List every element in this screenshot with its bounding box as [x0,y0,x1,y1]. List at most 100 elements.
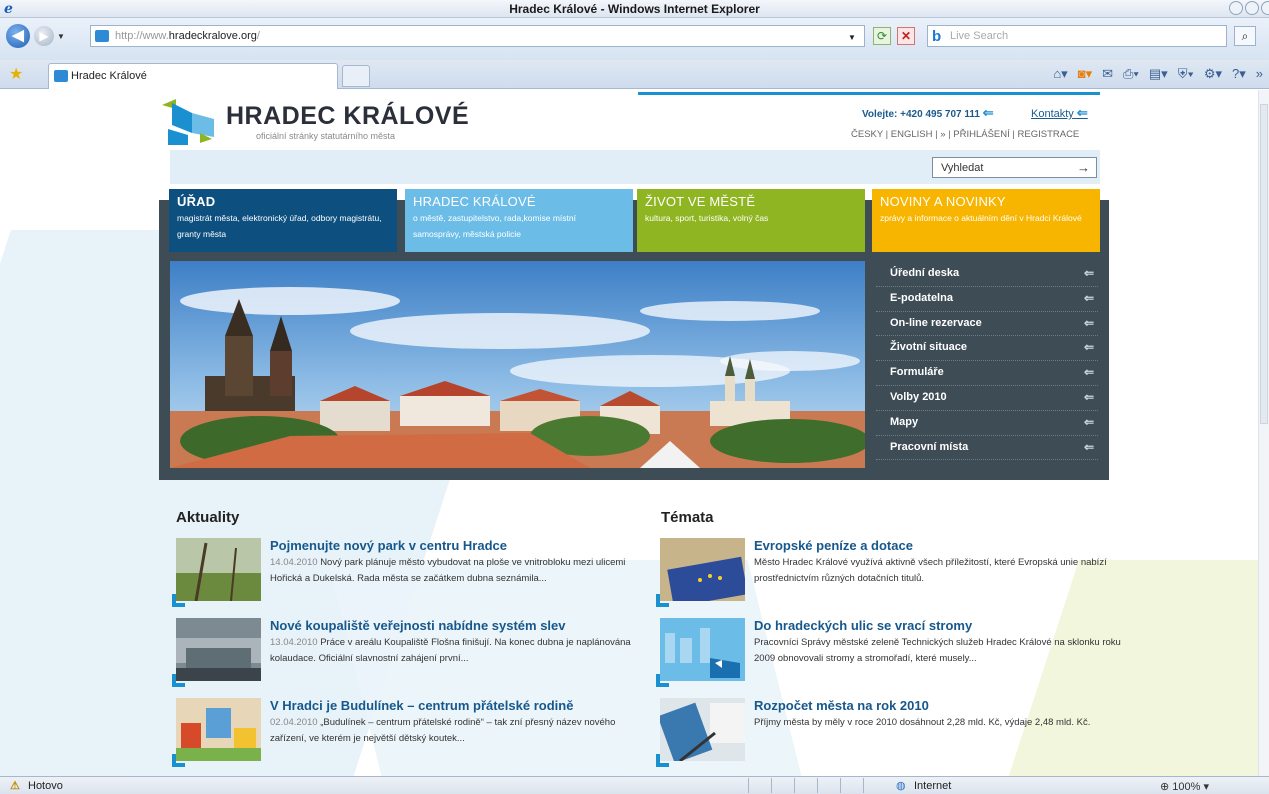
item-corner-decoration [172,674,185,687]
item-corner-decoration [656,754,669,767]
arrow-left-icon: ⇐ [1083,340,1094,355]
news-pool-thumbnail [176,618,261,681]
quicklink-volby-2010[interactable]: Volby 2010 ⇐ [876,386,1098,411]
address-toolbar: ◀ ▶ ▼ http://www.hradeckralove.org/ ▼ ⟳ … [0,18,1269,60]
minimize-button[interactable] [1229,1,1243,15]
live-search-logo-icon: b [932,28,942,45]
quicklink-mapy[interactable]: Mapy ⇐ [876,411,1098,436]
tile-urad[interactable]: ÚŘAD magistrát města, elektronický úřad,… [169,189,397,252]
address-field[interactable]: http://www.hradeckralove.org/ [90,25,865,47]
search-go-button[interactable]: ⌕ [1234,26,1256,46]
tab-label: Hradec Králové [71,70,147,82]
site-logo-title[interactable]: HRADEC KRÁLOVÉ [226,102,469,131]
arrow-left-icon: ⇐ [1083,414,1094,429]
tile-hradec-kralove[interactable]: HRADEC KRÁLOVÉ o městě, zastupitelstvo, … [405,189,633,252]
topic-item[interactable]: Do hradeckých ulic se vrací stromy Praco… [656,618,1121,690]
quicklink-label: E-podatelna [890,291,953,304]
arrow-left-icon: ⇐ [1083,266,1094,280]
tools-icon[interactable]: ⚙▾ [1204,66,1222,82]
close-button[interactable] [1261,1,1269,15]
live-search-placeholder: Live Search [950,30,1009,42]
site-logo-subtitle: oficiální stránky statutárního města [256,131,396,141]
topic-item[interactable]: Rozpočet města na rok 2010 Příjmy města … [656,698,1120,770]
page-icon[interactable]: ▤▾ [1149,66,1168,82]
arrow-left-icon: ⇐ [982,105,994,120]
feeds-icon[interactable]: ◙▾ [1078,66,1092,82]
contacts-link[interactable]: Kontakty ⇐ [1031,105,1088,121]
site-favicon-icon [95,30,109,42]
language-login-links[interactable]: ČESKY | ENGLISH | » | PŘIHLÁŠENÍ | REGIS… [851,129,1079,140]
topic-item[interactable]: Evropské peníze a dotace Město Hradec Kr… [656,538,1120,610]
news-item-title[interactable]: Pojmenujte nový park v centru Hradce [270,538,507,553]
header-accent-line [638,92,1100,95]
news-item-text: 14.04.2010 Nový park plánuje město vybud… [270,555,638,587]
history-dropdown-icon[interactable]: ▼ [57,32,65,41]
topic-budget-thumbnail [660,698,745,761]
address-dropdown-icon[interactable]: ▼ [848,33,856,42]
topic-item-text: Pracovníci Správy městské zeleně Technic… [754,637,1121,664]
tile-title: NOVINY A NOVINKY [880,194,1006,209]
new-tab-button[interactable] [342,65,370,87]
vertical-scrollbar[interactable] [1258,90,1269,776]
quicklink-online-rezervace[interactable]: On-line rezervace ⇐ [876,312,1098,337]
print-icon[interactable]: ⎙▾ [1123,66,1139,82]
quicklink-label: Pracovní místa [890,440,969,453]
news-item-date: 14.04.2010 [270,557,318,568]
tile-noviny-a-novinky[interactable]: NOVINY A NOVINKY zprávy a informace o ak… [872,189,1100,252]
stop-button[interactable]: ✕ [897,27,915,45]
arrow-left-icon: ⇐ [1083,365,1094,380]
phone-number: Volejte: +420 495 707 111 ⇐ [862,105,994,120]
favorites-star-icon[interactable]: ★ [9,64,23,84]
news-item-body: Práce v areálu Koupaliště Flošna finišuj… [270,637,631,664]
security-zone-label: Internet [914,780,952,792]
city-panorama-image [170,261,865,468]
news-item-text: 13.04.2010 Práce v areálu Koupaliště Flo… [270,635,638,667]
status-separators [748,778,864,793]
scrollbar-thumb[interactable] [1260,104,1268,424]
title-bar: e Hradec Králové - Windows Internet Expl… [0,0,1269,18]
news-item[interactable]: V Hradci je Budulínek – centrum přátelsk… [172,698,638,770]
search-arrow-icon[interactable]: → [1077,160,1090,175]
page-viewport: HRADEC KRÁLOVÉ oficiální stránky statutá… [0,90,1258,776]
item-corner-decoration [172,754,185,767]
refresh-button[interactable]: ⟳ [873,27,891,45]
status-text: Hotovo [28,780,63,792]
tab-hradec-kralove[interactable]: Hradec Králové [48,63,338,89]
topic-item-title[interactable]: Do hradeckých ulic se vrací stromy [754,618,972,633]
mail-icon[interactable]: ✉ [1102,66,1113,82]
news-item[interactable]: Pojmenujte nový park v centru Hradce 14.… [172,538,638,610]
topic-item-title[interactable]: Rozpočet města na rok 2010 [754,698,929,713]
safety-icon[interactable]: ⛨▾ [1178,66,1194,82]
topic-trees-thumbnail [660,618,745,681]
quicklink-pracovni-mista[interactable]: Pracovní místa ⇐ [876,436,1098,461]
city-logo-icon[interactable] [162,99,218,145]
tile-description: o městě, zastupitelstvo, rada,komise mís… [413,213,576,239]
more-icon[interactable]: » [1256,66,1263,82]
home-icon[interactable]: ⌂▾ [1053,66,1067,82]
arrow-left-icon: ⇐ [1083,315,1094,330]
news-item[interactable]: Nové koupaliště veřejnosti nabídne systé… [172,618,638,690]
quicklink-zivotni-situace[interactable]: Životní situace ⇐ [876,336,1098,362]
warning-icon[interactable]: ⚠ [10,779,20,792]
help-icon[interactable]: ?▾ [1232,66,1246,82]
forward-button[interactable]: ▶ [34,26,54,46]
tile-description: magistrát města, elektronický úřad, odbo… [177,213,382,239]
news-item-body: Nový park plánuje město vybudovat na plo… [270,557,626,584]
item-corner-decoration [172,594,185,607]
topic-item-title[interactable]: Evropské peníze a dotace [754,538,913,553]
quicklink-uredni-deska[interactable]: Úřední deska ⇐ [876,262,1098,287]
tab-favicon-icon [54,70,68,82]
back-button[interactable]: ◀ [6,24,30,48]
site-search-input[interactable]: Vyhledat → [932,157,1097,178]
news-item-text: 02.04.2010 „Budulínek – centrum přátelsk… [270,715,638,747]
quicklink-formulare[interactable]: Formuláře ⇐ [876,361,1098,386]
tile-zivot-ve-meste[interactable]: ŽIVOT VE MĚSTĚ kultura, sport, turistika… [637,189,865,252]
maximize-button[interactable] [1245,1,1259,15]
live-search-field[interactable]: b Live Search [927,25,1227,47]
news-item-title[interactable]: Nové koupaliště veřejnosti nabídne systé… [270,618,566,633]
zoom-level[interactable]: ⊕ 100% ▾ [1160,780,1209,793]
zoom-value: 100% [1172,781,1201,793]
quicklink-e-podatelna[interactable]: E-podatelna ⇐ [876,287,1098,312]
news-item-date: 02.04.2010 [270,717,318,728]
news-item-title[interactable]: V Hradci je Budulínek – centrum přátelsk… [270,698,573,713]
